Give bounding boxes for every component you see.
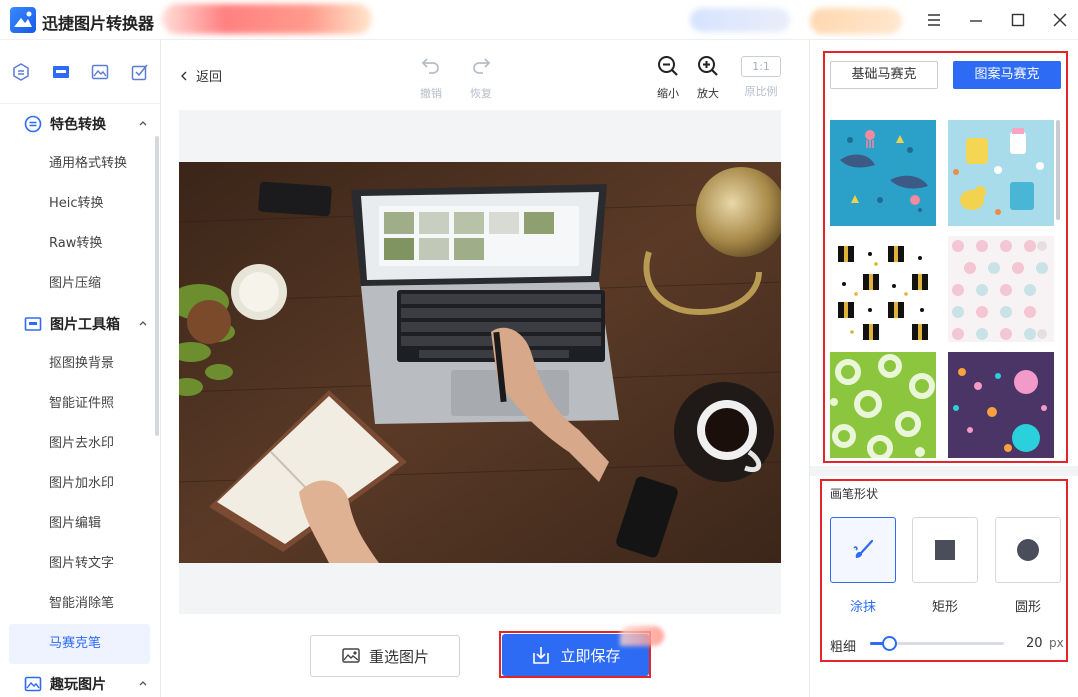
sidebar-group-fun-images[interactable]: 趣玩图片 xyxy=(24,664,152,697)
brush-smear-label: 涂抹 xyxy=(849,600,876,615)
original-ratio-label: 原比例 xyxy=(744,85,778,98)
back-label: 返回 xyxy=(196,70,223,85)
sidebar-item-smart-eraser[interactable]: 智能消除笔 xyxy=(49,584,114,624)
zoom-in-icon xyxy=(698,56,718,76)
pattern-scrollbar[interactable] xyxy=(1056,120,1060,220)
slider-handle[interactable] xyxy=(882,636,898,651)
toolbox-icon xyxy=(24,317,42,331)
reselect-image-button[interactable]: 重选图片 xyxy=(310,635,460,677)
promo-banner[interactable] xyxy=(162,4,372,34)
sidebar-group-label: 趣玩图片 xyxy=(50,677,106,693)
download-icon xyxy=(533,647,550,664)
fun-image-icon xyxy=(24,676,42,692)
sidebar-item-add-watermark[interactable]: 图片加水印 xyxy=(49,464,114,504)
app-logo-icon xyxy=(10,7,36,33)
pattern-purple-bubbles[interactable] xyxy=(948,352,1054,458)
sidebar-item-compress[interactable]: 图片压缩 xyxy=(49,264,101,304)
brush-size-label: 粗细 xyxy=(830,640,857,655)
edited-photo[interactable] xyxy=(179,162,781,563)
brush-rectangle-button[interactable] xyxy=(912,517,978,583)
undo-button[interactable]: 撤销 xyxy=(414,54,448,101)
sidebar-item-image-to-text[interactable]: 图片转文字 xyxy=(49,544,114,584)
sidebar-item-image-edit[interactable]: 图片编辑 xyxy=(49,504,101,544)
pattern-baby-items[interactable] xyxy=(948,120,1054,226)
sidebar-item-raw[interactable]: Raw转换 xyxy=(49,224,102,264)
undo-icon xyxy=(421,58,439,74)
app-title: 迅捷图片转换器 xyxy=(42,14,155,33)
tab-basic-mosaic[interactable]: 基础马赛克 xyxy=(830,61,938,89)
zoom-in-label: 放大 xyxy=(697,87,719,100)
zoom-out-icon xyxy=(658,56,678,76)
square-icon xyxy=(935,540,955,560)
chevron-left-icon xyxy=(181,71,187,80)
tab-pattern-mosaic[interactable]: 图案马赛克 xyxy=(953,61,1061,89)
panel-divider xyxy=(810,466,1078,476)
app-window: 迅捷图片转换器 特色转换 通用格式转换 Heic转换 Raw转换 图片压缩 图片… xyxy=(0,0,1078,697)
image-icon xyxy=(342,648,360,663)
save-label: 立即保存 xyxy=(560,646,621,665)
sidebar-group-toolbox[interactable]: 图片工具箱 xyxy=(24,304,152,344)
pattern-pastel-dots[interactable] xyxy=(948,236,1054,342)
chevron-up-icon xyxy=(139,121,147,126)
toolbox-tab-icon[interactable] xyxy=(51,62,71,82)
sidebar-item-general-format[interactable]: 通用格式转换 xyxy=(49,144,127,184)
back-button[interactable]: 返回 xyxy=(178,66,222,85)
undo-label: 撤销 xyxy=(420,87,442,100)
sidebar-scrollbar[interactable] xyxy=(155,136,159,436)
image-tab-icon[interactable] xyxy=(90,62,110,82)
brush-size-value: 20 xyxy=(1026,636,1043,651)
chevron-up-icon xyxy=(139,321,147,326)
sidebar-item-cutout[interactable]: 抠图换背景 xyxy=(49,344,114,384)
sidebar-item-remove-watermark[interactable]: 图片去水印 xyxy=(49,424,114,464)
zoom-out-button[interactable]: 缩小 xyxy=(651,54,685,101)
sidebar-group-special-convert[interactable]: 特色转换 xyxy=(24,104,152,144)
vip-button[interactable] xyxy=(810,8,902,34)
brush-circle-label: 圆形 xyxy=(1014,600,1041,615)
redo-label: 恢复 xyxy=(470,87,492,100)
zoom-out-label: 缩小 xyxy=(657,87,679,100)
brush-smear-button[interactable] xyxy=(830,517,896,583)
minimize-icon[interactable] xyxy=(966,10,986,30)
user-account[interactable] xyxy=(690,8,790,32)
title-bar: 迅捷图片转换器 xyxy=(0,0,1078,40)
menu-icon[interactable] xyxy=(924,10,944,30)
zoom-in-button[interactable]: 放大 xyxy=(691,54,725,101)
convert-tab-icon[interactable] xyxy=(11,62,31,82)
pattern-gift-boxes[interactable] xyxy=(830,236,936,342)
sidebar-tabs xyxy=(0,40,160,104)
ratio-box: 1:1 xyxy=(741,56,781,77)
brush-icon xyxy=(853,539,874,558)
promo-badge xyxy=(620,626,664,646)
brush-shape-title: 画笔形状 xyxy=(830,487,879,501)
redo-icon xyxy=(473,58,491,74)
convert-icon xyxy=(24,115,42,133)
sidebar-item-mosaic-pen[interactable]: 马赛克笔 xyxy=(9,624,150,664)
sidebar-item-heic[interactable]: Heic转换 xyxy=(49,184,104,224)
brush-rectangle-label: 矩形 xyxy=(931,600,958,615)
pattern-green-rings[interactable] xyxy=(830,352,936,458)
edit-tab-icon[interactable] xyxy=(130,62,150,82)
sidebar-item-id-photo[interactable]: 智能证件照 xyxy=(49,384,114,424)
reselect-label: 重选图片 xyxy=(368,647,429,666)
sidebar-group-label: 图片工具箱 xyxy=(50,317,120,333)
chevron-up-icon xyxy=(139,681,147,686)
pattern-sea-creatures[interactable] xyxy=(830,120,936,226)
sidebar-group-label: 特色转换 xyxy=(50,117,106,133)
circle-icon xyxy=(1017,539,1039,561)
brush-circle-button[interactable] xyxy=(995,517,1061,583)
close-icon[interactable] xyxy=(1050,10,1070,30)
maximize-icon[interactable] xyxy=(1008,10,1028,30)
brush-size-unit: px xyxy=(1049,636,1064,650)
original-ratio-button[interactable]: 1:1 原比例 xyxy=(738,54,784,99)
redo-button[interactable]: 恢复 xyxy=(464,54,498,101)
